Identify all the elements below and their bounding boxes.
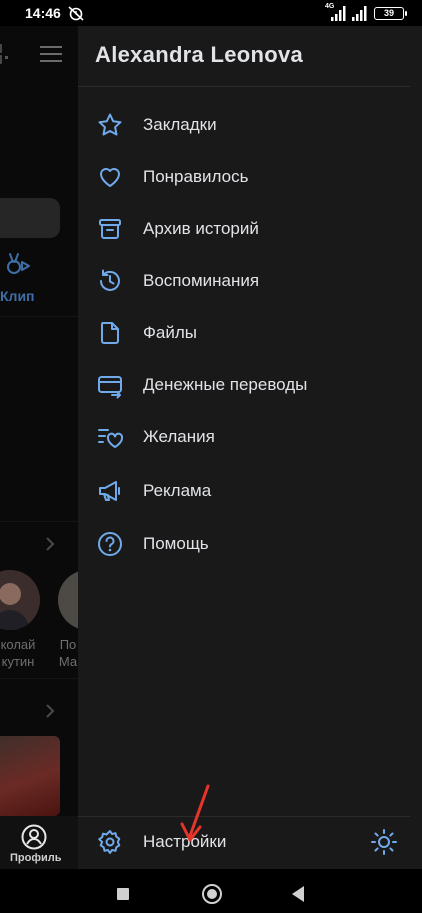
tab-profile-label: Профиль: [10, 852, 62, 864]
menu-item-label: Архив историй: [143, 219, 259, 238]
menu-item-ads[interactable]: Реклама: [78, 466, 410, 516]
menu-item-label: Файлы: [143, 323, 198, 342]
heart-icon: [100, 168, 120, 187]
menu-item-settings[interactable]: Настройки: [78, 817, 410, 867]
archive-icon: [99, 219, 121, 239]
menu-icon[interactable]: [40, 45, 62, 63]
friend-name: По Ма: [58, 637, 78, 669]
gear-icon: [98, 830, 121, 854]
tab-profile[interactable]: Профиль: [0, 816, 80, 869]
menu-item-help[interactable]: Помощь: [78, 519, 410, 569]
menu-item-money-transfers[interactable]: Денежные переводы: [78, 360, 410, 410]
menu-item-files[interactable]: Файлы: [78, 308, 410, 358]
search-field[interactable]: [0, 198, 60, 238]
person-photo-icon: [58, 570, 80, 630]
megaphone-icon: [99, 481, 120, 501]
status-bar: 14:46 4G 39: [0, 0, 422, 26]
help-icon: [98, 532, 122, 556]
menu-item-bookmarks[interactable]: Закладки: [78, 100, 410, 150]
menu-item-label: Закладки: [143, 115, 217, 134]
friend-name: колай кутин: [0, 637, 36, 669]
menu-item-label: Реклама: [143, 481, 212, 500]
back-button[interactable]: [292, 886, 304, 902]
sun-icon[interactable]: [370, 828, 398, 856]
photo-thumbnail[interactable]: [0, 736, 60, 816]
menu-item-label: Денежные переводы: [143, 375, 308, 394]
signal-icon: [331, 6, 346, 21]
menu-item-label: Воспоминания: [143, 271, 260, 290]
file-icon: [101, 322, 119, 344]
menu-item-memories[interactable]: Воспоминания: [78, 256, 410, 306]
home-button[interactable]: [202, 884, 222, 904]
signal-icon-2: [352, 6, 367, 21]
person-photo-icon: [0, 570, 40, 630]
chevron-right-icon[interactable]: [44, 704, 56, 718]
chevron-right-icon[interactable]: [44, 537, 56, 551]
divider: [0, 521, 80, 522]
battery-indicator: 39: [374, 7, 407, 20]
menu-item-wishes[interactable]: Желания: [78, 412, 410, 462]
card-transfer-icon: [98, 376, 122, 399]
divider: [0, 678, 80, 679]
friend-avatar[interactable]: [0, 570, 40, 630]
clip-icon[interactable]: [3, 250, 31, 278]
wishlist-icon: [98, 429, 124, 448]
star-icon: [98, 113, 122, 136]
menu-item-stories-archive[interactable]: Архив историй: [78, 204, 410, 254]
red-arrow-annotation: [180, 784, 210, 842]
user-name[interactable]: Alexandra Leonova: [95, 42, 303, 68]
menu-item-label: Помощь: [143, 534, 209, 553]
qr-code-icon[interactable]: [0, 43, 12, 65]
side-drawer: Alexandra Leonova Закладки Понравилось А…: [78, 26, 422, 869]
alarm-off-icon: [68, 6, 84, 21]
menu-item-label: Желания: [143, 427, 215, 446]
recents-button[interactable]: [117, 888, 129, 900]
status-time: 14:46: [25, 5, 61, 21]
system-nav-bar: [0, 869, 422, 913]
clip-label: Клип: [0, 288, 35, 304]
friend-avatar[interactable]: [58, 570, 80, 630]
profile-icon: [21, 824, 47, 850]
menu-item-label: Понравилось: [143, 167, 249, 186]
history-icon: [100, 269, 120, 291]
divider: [78, 86, 410, 87]
menu-item-liked[interactable]: Понравилось: [78, 152, 410, 202]
background-app: Клип колай кутин По Ма Профиль: [0, 26, 80, 869]
divider: [0, 316, 80, 317]
